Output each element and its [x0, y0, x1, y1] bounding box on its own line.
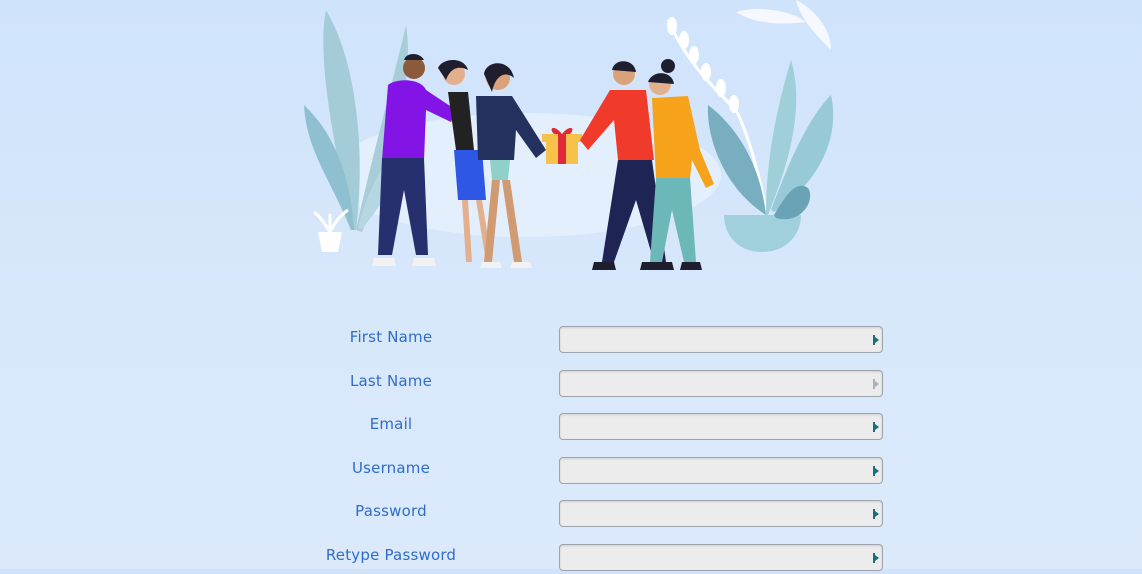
username-input[interactable]: [559, 457, 883, 484]
email-input[interactable]: [559, 413, 883, 440]
autofill-key-icon[interactable]: [873, 553, 879, 563]
password-row: Password: [0, 500, 1142, 530]
autofill-key-icon[interactable]: [873, 379, 879, 389]
retype-password-row: Retype Password: [0, 544, 1142, 574]
people-exchanging-gift-illustration: [304, 0, 834, 270]
username-row: Username: [0, 457, 1142, 487]
autofill-key-icon[interactable]: [873, 422, 879, 432]
email-label: Email: [369, 415, 413, 433]
last-name-input[interactable]: [559, 370, 883, 397]
username-label: Username: [351, 459, 431, 477]
plant-pot: [724, 215, 801, 252]
retype-password-label: Retype Password: [325, 546, 457, 564]
white-leaf: [796, 0, 831, 50]
email-row: Email: [0, 413, 1142, 443]
password-input[interactable]: [559, 500, 883, 527]
last-name-label: Last Name: [349, 372, 433, 390]
first-name-input[interactable]: [559, 326, 883, 353]
small-plant: [313, 208, 349, 233]
retype-password-input[interactable]: [559, 544, 883, 571]
password-label: Password: [355, 502, 427, 520]
autofill-key-icon[interactable]: [873, 509, 879, 519]
first-name-row: First Name: [0, 326, 1142, 356]
plant-leaf: [707, 105, 766, 215]
white-leaf: [736, 9, 806, 24]
first-name-label: First Name: [349, 328, 433, 346]
autofill-key-icon[interactable]: [873, 335, 879, 345]
small-pot: [318, 232, 342, 252]
last-name-row: Last Name: [0, 370, 1142, 400]
autofill-key-icon[interactable]: [873, 466, 879, 476]
